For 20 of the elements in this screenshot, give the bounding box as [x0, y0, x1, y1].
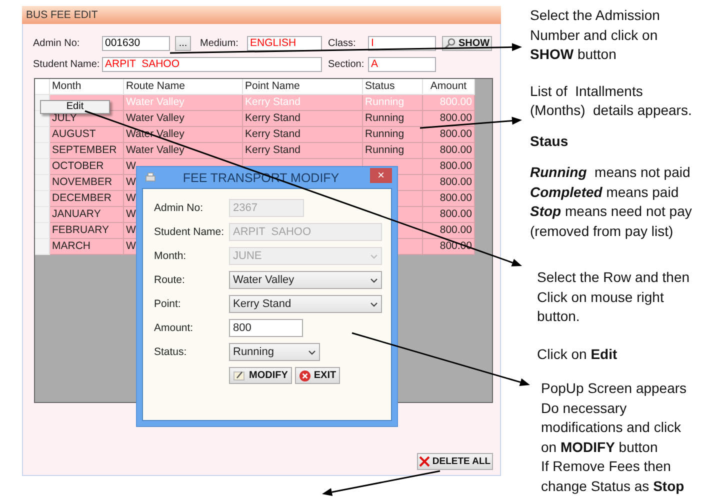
note-heading: Staus — [530, 132, 570, 150]
field-label: Admin No: — [33, 38, 81, 49]
window-title: BUS FEE EDIT — [22, 6, 501, 24]
field-label: Class: — [328, 38, 357, 49]
field-label: Admin No: — [154, 202, 204, 214]
note-text: List of Intallments (Months) details appears. — [530, 82, 692, 120]
note-text: PopUp Screen appears Do necessary modifications and click on MODIFY button If Remove Fees then change Status as Stop — [541, 379, 688, 496]
field-label: Student Name: — [33, 59, 101, 70]
note-text: Select the Row and then Click on mouse right button. — [537, 268, 691, 326]
field-label: Route: — [154, 274, 186, 286]
note-text: Select the Admission Number and click on SHOW button — [530, 6, 661, 64]
note-text: Click on Edit — [537, 344, 618, 364]
field-label: Point: — [154, 298, 182, 310]
field-label: Medium: — [200, 38, 240, 49]
field-label: Status: — [154, 346, 188, 358]
field-label: Section: — [328, 59, 366, 70]
note-text: Running means not paid Completed means paid Stop means need not pay (removed from pay list) — [530, 163, 692, 241]
field-label: Amount: — [154, 322, 194, 334]
field-label: Month: — [154, 250, 188, 262]
field-label: Student Name: — [154, 226, 226, 238]
